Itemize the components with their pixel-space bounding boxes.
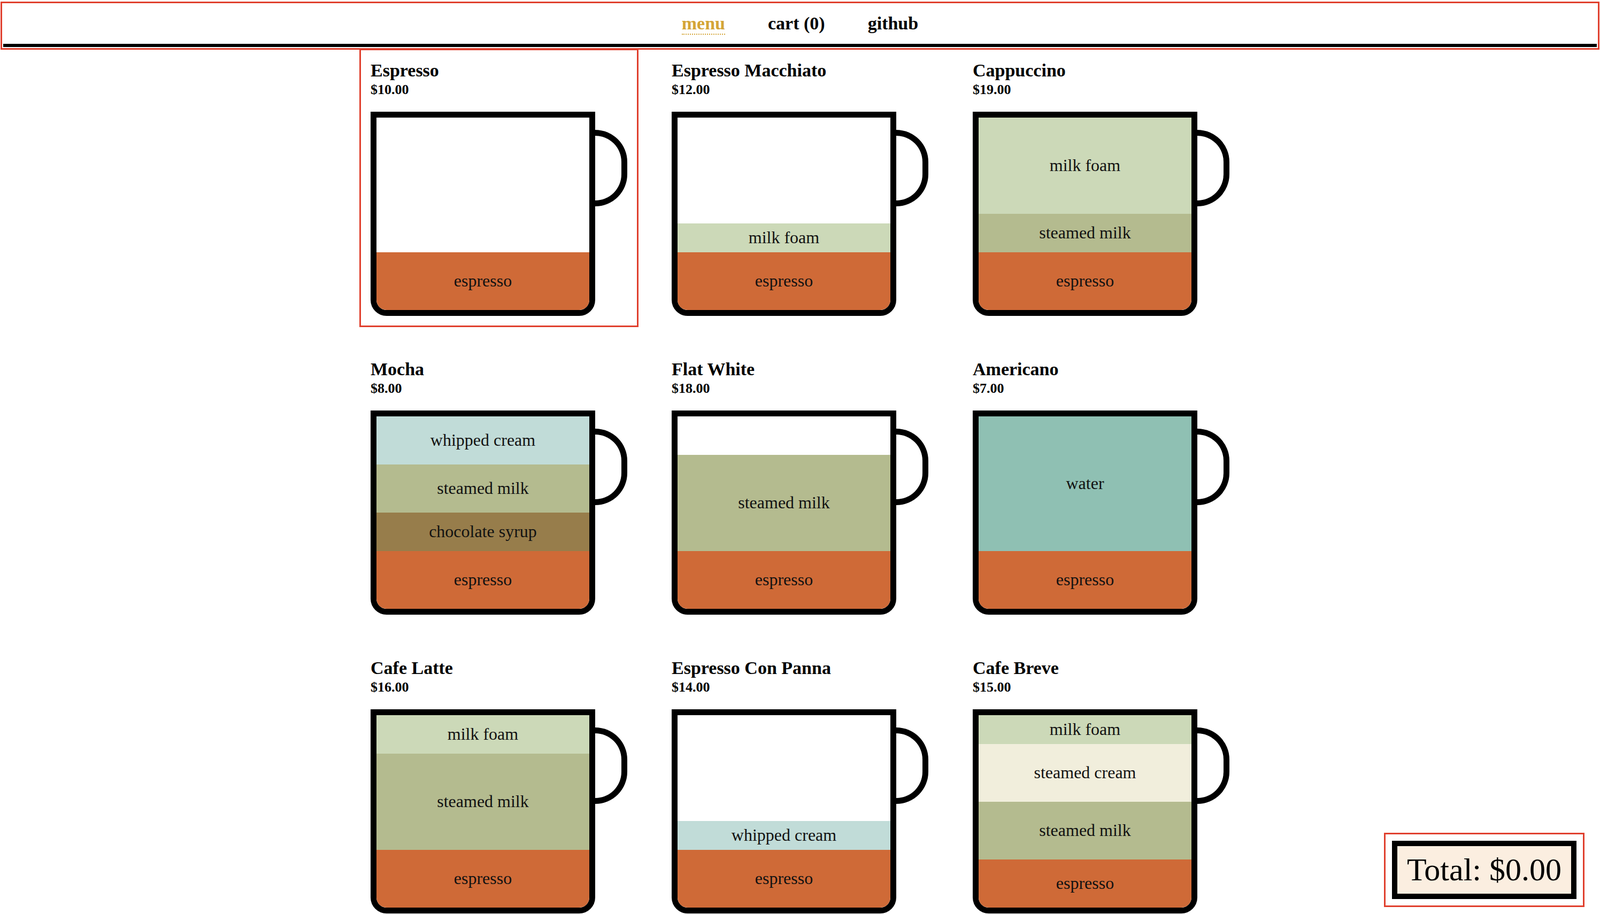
drink-card[interactable]: Espresso Con Panna$14.00 whipped creamesp… [671, 657, 929, 914]
mug-body: waterespresso [972, 410, 1198, 615]
mug-body: steamed milkespresso [671, 410, 897, 615]
drink-card[interactable]: Espresso Macchiato$12.00 milk foamespress… [671, 59, 929, 317]
drink-price: $15.00 [972, 678, 1230, 697]
drink-price: $14.00 [671, 678, 929, 697]
drink-name: Cappuccino [972, 59, 1230, 81]
ingredient-layer: espresso [978, 551, 1192, 610]
mug: espresso [370, 111, 628, 317]
mug-body: milk foamespresso [671, 111, 897, 317]
page: menu cart (0) github Espresso$10.00 espresso… [0, 0, 1600, 914]
nav-link[interactable]: cart (0) [767, 13, 826, 35]
drink-name: Cafe Latte [370, 657, 628, 679]
drink-price: $12.00 [671, 80, 929, 99]
drink-name: Americano [972, 358, 1230, 380]
mug-body: milk foamsteamed milkespresso [370, 709, 596, 914]
mug-handle [1197, 428, 1230, 506]
drink-price: $8.00 [370, 379, 628, 398]
ingredient-layer: steamed milk [978, 802, 1192, 860]
ingredient-layer: steamed milk [376, 754, 590, 851]
mug: steamed milkespresso [671, 410, 929, 615]
mug: waterespresso [972, 410, 1230, 615]
mug: whipped creamsteamed milkchocolate syrup… [370, 410, 628, 615]
ingredient-layer: steamed milk [376, 464, 590, 513]
drink-card[interactable]: Espresso$10.00 espresso [370, 59, 628, 317]
mug-handle [595, 129, 628, 207]
mug: milk foamespresso [671, 111, 929, 317]
drink-card[interactable]: Cappuccino$19.00 milk foamsteamed milkesp… [972, 59, 1230, 317]
ingredient-layer: whipped cream [376, 416, 590, 465]
mug-handle [896, 727, 929, 805]
mug-handle [896, 428, 929, 506]
nav-bar: menu cart (0) github [3, 4, 1597, 48]
mug-handle [595, 727, 628, 805]
ingredient-layer: espresso [677, 850, 891, 909]
mug-handle [1197, 129, 1230, 207]
ingredient-layer: milk foam [978, 117, 1192, 214]
ingredient-layer: whipped cream [677, 821, 891, 851]
mug: whipped creamespresso [671, 709, 929, 914]
drink-name: Mocha [370, 358, 628, 380]
mug-handle [1197, 727, 1230, 805]
mug-body: espresso [370, 111, 596, 317]
ingredient-layer: water [978, 416, 1192, 552]
ingredient-layer: milk foam [978, 715, 1192, 745]
nav-link[interactable]: github [867, 13, 919, 35]
total-box: Total: $0.00 [1391, 841, 1577, 900]
ingredient-layer: chocolate syrup [376, 512, 590, 552]
total-wrapper: Total: $0.00 [1385, 834, 1583, 906]
drink-card[interactable]: Flat White$18.00 steamed milkespresso [671, 358, 929, 615]
drink-price: $16.00 [370, 678, 628, 697]
drink-price: $19.00 [972, 80, 1230, 99]
drink-name: Espresso Con Panna [671, 657, 929, 679]
drink-price: $18.00 [671, 379, 929, 398]
menu-grid: Espresso$10.00espressoEspresso Macchiato… [3, 59, 1597, 914]
mug-body: whipped creamespresso [671, 709, 897, 914]
ingredient-layer: espresso [677, 551, 891, 610]
ingredient-layer: milk foam [376, 715, 590, 755]
drink-name: Flat White [671, 358, 929, 380]
drink-price: $10.00 [370, 80, 628, 99]
drink-name: Espresso [370, 59, 628, 81]
drink-card[interactable]: Americano$7.00 waterespresso [972, 358, 1230, 615]
ingredient-layer: espresso [677, 252, 891, 311]
ingredient-layer: steamed milk [978, 213, 1192, 253]
mug-body: milk foamsteamed milkespresso [972, 111, 1198, 317]
ingredient-layer: espresso [978, 859, 1192, 909]
mug-handle [595, 428, 628, 506]
nav-link[interactable]: menu [681, 13, 726, 35]
mug: milk foamsteamed creamsteamed milkespres… [972, 709, 1230, 914]
mug: milk foamsteamed milkespresso [972, 111, 1230, 317]
drink-card[interactable]: Mocha$8.00 whipped creamsteamed milkchoco… [370, 358, 628, 615]
mug-handle [896, 129, 929, 207]
ingredient-layer: espresso [376, 252, 590, 311]
drink-card[interactable]: Cafe Breve$15.00 milk foamsteamed creamst… [972, 657, 1230, 914]
mug: milk foamsteamed milkespresso [370, 709, 628, 914]
ingredient-layer: espresso [376, 551, 590, 610]
ingredient-layer: espresso [376, 850, 590, 909]
drink-card[interactable]: Cafe Latte$16.00 milk foamsteamed milkesp… [370, 657, 628, 914]
mug-body: milk foamsteamed creamsteamed milkespres… [972, 709, 1198, 914]
drink-price: $7.00 [972, 379, 1230, 398]
ingredient-layer: steamed cream [978, 744, 1192, 803]
mug-body: whipped creamsteamed milkchocolate syrup… [370, 410, 596, 615]
drink-name: Espresso Macchiato [671, 59, 929, 81]
ingredient-layer: steamed milk [677, 455, 891, 552]
ingredient-layer: milk foam [677, 223, 891, 253]
drink-name: Cafe Breve [972, 657, 1230, 679]
ingredient-layer: espresso [978, 252, 1192, 311]
